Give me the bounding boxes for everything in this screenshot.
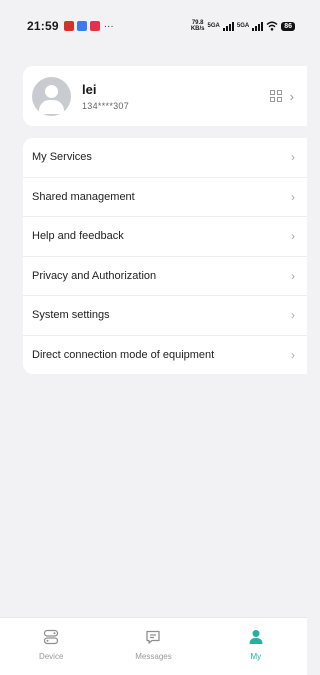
more-notifications-icon: ··· (103, 20, 114, 32)
status-time: 21:59 (27, 19, 59, 33)
menu-item-my-services[interactable]: My Services › (23, 138, 307, 178)
chevron-right-icon: › (291, 308, 295, 323)
battery-indicator: 86 (281, 21, 295, 31)
profile-info: lei 134****307 (82, 82, 129, 111)
avatar-head (45, 84, 58, 98)
chevron-right-icon: › (291, 229, 295, 244)
app-notification-icon (63, 21, 74, 31)
chevron-right-icon: › (291, 268, 295, 283)
tab-messages[interactable]: Messages (102, 618, 204, 675)
device-icon (42, 628, 60, 646)
sim2-label: 5GA (236, 23, 250, 29)
menu-item-direct-connection[interactable]: Direct connection mode of equipment › (23, 336, 307, 376)
network-speed: 79.8 KB/s (190, 20, 205, 32)
bottom-tab-bar: Device Messages My (0, 617, 307, 675)
chevron-right-icon: › (291, 189, 295, 204)
profile-actions: › (269, 88, 307, 104)
tab-label: Messages (135, 652, 172, 661)
menu-item-label: Help and feedback (32, 230, 124, 243)
signal-icon (252, 21, 264, 31)
tab-my[interactable]: My (205, 618, 307, 675)
tab-label: Device (38, 652, 64, 661)
wifi-icon (266, 21, 278, 31)
chevron-right-icon: › (291, 348, 295, 363)
menu-item-privacy-authorization[interactable]: Privacy and Authorization › (23, 257, 307, 296)
qr-code-icon[interactable] (269, 90, 282, 102)
menu-item-shared-management[interactable]: Shared management › (23, 178, 307, 217)
avatar-body (39, 99, 64, 114)
menu-item-system-settings[interactable]: System settings › (23, 296, 307, 336)
profile-phone: 134****307 (82, 100, 130, 111)
tab-device[interactable]: Device (0, 618, 102, 675)
status-indicators: 79.8 KB/s 5GA 5GA 86 (191, 20, 295, 32)
notification-icons (63, 21, 100, 31)
menu-item-help-feedback[interactable]: Help and feedback › (23, 217, 307, 257)
app-notification-icon (89, 21, 100, 31)
profile-name: lei (82, 81, 97, 97)
menu-list: My Services › Shared management › Help a… (23, 138, 307, 374)
chevron-right-icon: › (291, 150, 295, 165)
menu-item-label: My Services (32, 151, 92, 164)
person-icon (247, 628, 265, 646)
status-bar: 21:59 ··· 79.8 KB/s 5GA 5GA 86 (0, 0, 307, 52)
sim1-label: 5GA (207, 23, 220, 29)
app-notification-icon (76, 21, 87, 31)
tab-label: My (250, 652, 262, 661)
profile-card[interactable]: lei 134****307 › (23, 66, 307, 126)
chevron-right-icon: › (289, 88, 294, 104)
avatar[interactable] (32, 76, 71, 116)
menu-item-label: System settings (32, 309, 110, 322)
messages-icon (144, 628, 162, 646)
menu-item-label: Privacy and Authorization (32, 269, 157, 282)
menu-item-label: Direct connection mode of equipment (32, 349, 215, 362)
signal-icon (222, 21, 234, 31)
menu-item-label: Shared management (32, 190, 135, 203)
